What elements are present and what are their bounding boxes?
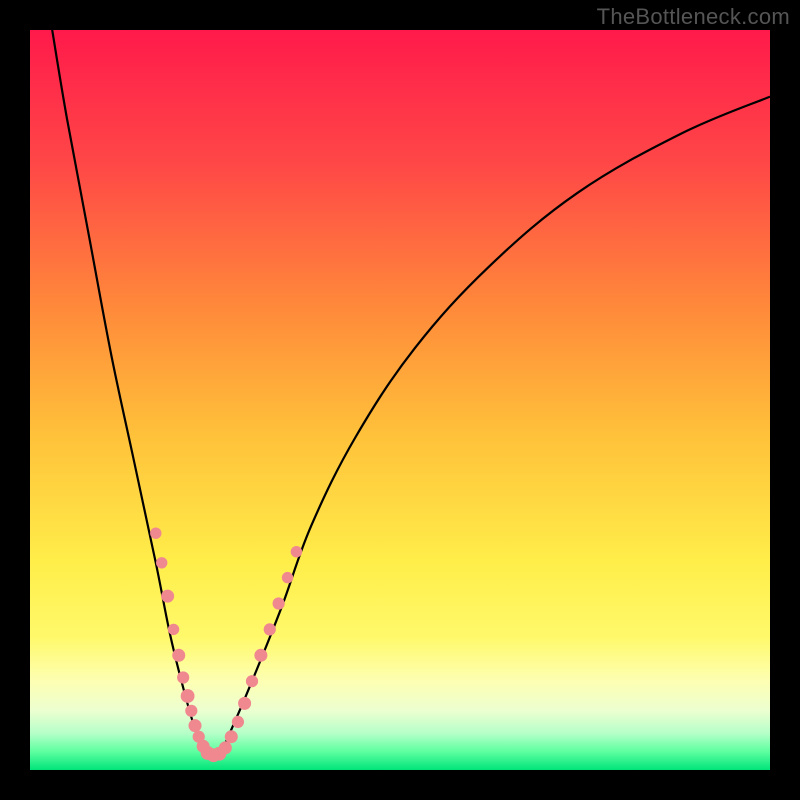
sample-marker (172, 649, 185, 662)
sample-marker (181, 689, 195, 703)
bottleneck-chart (30, 30, 770, 770)
sample-marker (232, 716, 244, 728)
sample-marker (273, 597, 285, 609)
sample-marker (225, 730, 238, 743)
sample-marker (238, 697, 251, 710)
sample-marker (282, 572, 293, 583)
gradient-background (30, 30, 770, 770)
chart-frame: TheBottleneck.com (0, 0, 800, 800)
sample-marker (291, 546, 302, 557)
sample-marker (246, 675, 258, 687)
plot-area (30, 30, 770, 770)
sample-marker (168, 624, 179, 635)
attribution-label: TheBottleneck.com (597, 4, 790, 30)
sample-marker (156, 557, 167, 568)
sample-marker (161, 590, 174, 603)
sample-marker (189, 719, 202, 732)
sample-marker (177, 671, 189, 683)
sample-marker (150, 528, 161, 539)
sample-marker (185, 705, 197, 717)
sample-marker (219, 741, 232, 754)
sample-marker (254, 649, 267, 662)
sample-marker (264, 623, 276, 635)
